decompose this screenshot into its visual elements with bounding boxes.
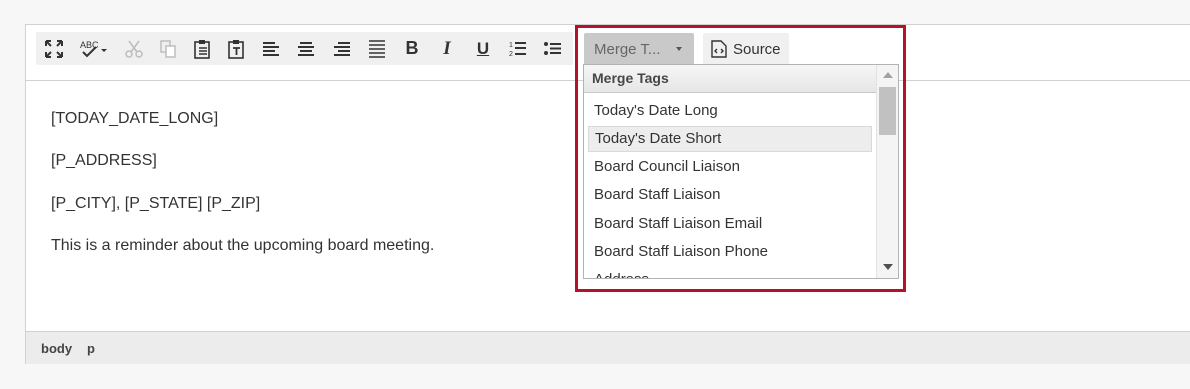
merge-tags-panel-title: Merge Tags xyxy=(584,65,876,93)
scrollbar-thumb[interactable] xyxy=(879,87,896,135)
content-line[interactable]: [P_CITY], [P_STATE] [P_ZIP] xyxy=(51,195,260,213)
merge-tag-item[interactable]: Board Staff Liaison xyxy=(588,182,872,208)
spellcheck-label: ABC xyxy=(80,40,99,50)
bold-icon[interactable]: B xyxy=(396,32,428,65)
scroll-up-arrow-icon[interactable] xyxy=(883,72,893,78)
path-item-p[interactable]: p xyxy=(87,341,95,356)
maximize-icon[interactable] xyxy=(38,32,70,65)
align-right-icon[interactable] xyxy=(326,32,358,65)
path-item-body[interactable]: body xyxy=(41,341,72,356)
underline-icon[interactable]: U xyxy=(467,32,499,65)
align-left-icon[interactable] xyxy=(255,32,287,65)
scroll-down-arrow-icon[interactable] xyxy=(883,264,893,270)
cut-icon[interactable] xyxy=(118,32,150,65)
italic-label: I xyxy=(443,37,451,59)
element-path-bar: body p xyxy=(26,331,1190,364)
content-line[interactable]: [TODAY_DATE_LONG] xyxy=(51,110,218,128)
merge-tag-item[interactable]: Board Staff Liaison Email xyxy=(588,211,872,237)
merge-tag-item[interactable]: Address xyxy=(588,267,872,278)
paste-text-icon[interactable] xyxy=(220,32,252,65)
content-line[interactable]: [P_ADDRESS] xyxy=(51,152,157,170)
merge-tag-item[interactable]: Board Staff Liaison Phone xyxy=(588,239,872,265)
content-line[interactable]: This is a reminder about the upcoming bo… xyxy=(51,237,434,255)
merge-tag-item[interactable]: Today's Date Short xyxy=(588,126,872,152)
underline-label: U xyxy=(476,38,490,58)
numbered-list-icon[interactable]: 12 xyxy=(502,32,534,65)
merge-tag-item[interactable]: Today's Date Long xyxy=(588,98,872,124)
paste-icon[interactable] xyxy=(186,32,218,65)
align-center-icon[interactable] xyxy=(290,32,322,65)
merge-tags-panel: Merge Tags Today's Date Long Today's Dat… xyxy=(583,64,899,279)
merge-tag-item[interactable]: Board Council Liaison xyxy=(588,154,872,180)
bulleted-list-icon[interactable] xyxy=(537,32,569,65)
bold-label: B xyxy=(405,38,419,58)
svg-text:1: 1 xyxy=(509,42,513,49)
toolbar-button-group: ABC B I U 1 2 xyxy=(36,32,573,65)
merge-tags-scrollbar[interactable] xyxy=(876,65,898,278)
justify-icon[interactable] xyxy=(361,32,393,65)
spellcheck-icon[interactable]: ABC xyxy=(74,32,114,65)
italic-icon[interactable]: I xyxy=(431,32,463,65)
copy-icon[interactable] xyxy=(152,32,184,65)
svg-text:2: 2 xyxy=(509,51,513,58)
